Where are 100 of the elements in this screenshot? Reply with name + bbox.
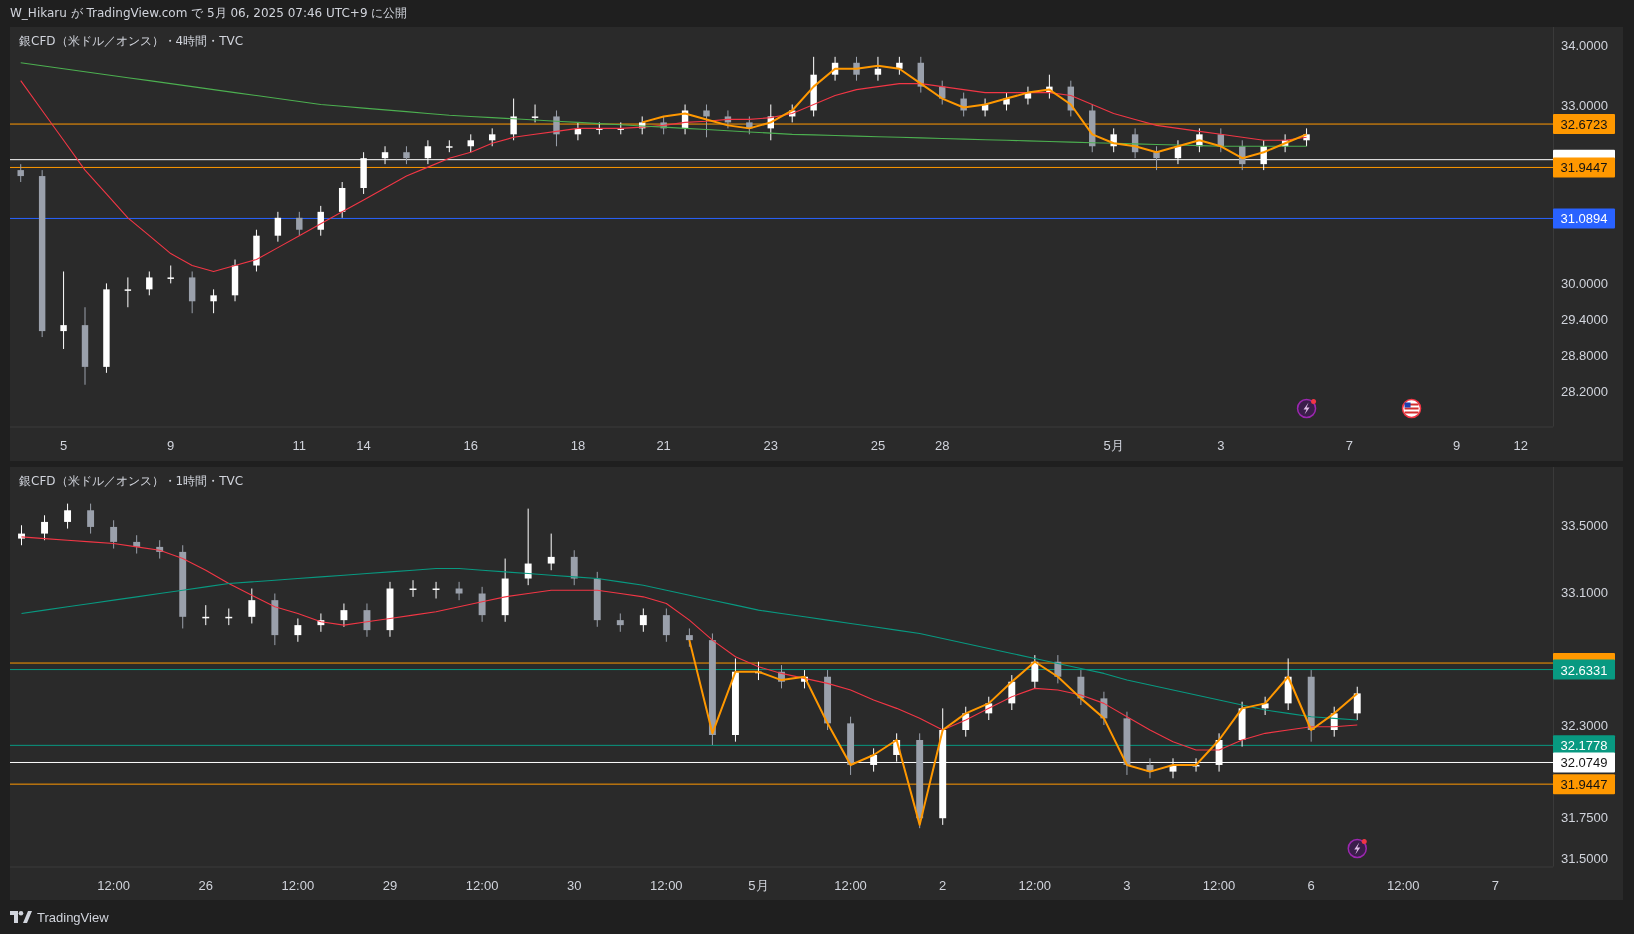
- candle: [271, 592, 279, 646]
- candle: [87, 502, 95, 534]
- candle: [960, 92, 967, 117]
- time-axis-label: 7: [1491, 877, 1500, 892]
- time-axis-label: 12:00: [650, 877, 683, 892]
- time-axis-label: 3: [1217, 437, 1225, 453]
- candle: [1153, 145, 1160, 171]
- candle: [253, 229, 260, 272]
- candle: [801, 669, 808, 689]
- price-label: 32.1778: [1553, 734, 1615, 755]
- candle: [409, 579, 417, 597]
- lightning-icon[interactable]: [1347, 838, 1367, 858]
- candle: [360, 151, 367, 195]
- ref-line-label: 32.1778: [1560, 737, 1608, 753]
- candle: [874, 56, 882, 82]
- ref-line-label: 32.6331: [1560, 662, 1608, 678]
- price-axis-label: 33.1000: [1561, 584, 1608, 600]
- ref-line-label: 31.0894: [1560, 211, 1608, 227]
- candle: [296, 211, 303, 237]
- candle: [432, 580, 440, 599]
- price-label: 32.6331: [1553, 659, 1615, 680]
- candle: [746, 115, 753, 135]
- candle: [1089, 104, 1096, 153]
- candle: [510, 98, 517, 141]
- candle: [202, 604, 210, 626]
- candle: [870, 747, 878, 772]
- time-axis-label: 14: [356, 437, 371, 453]
- candle: [210, 288, 217, 314]
- candle: [1146, 757, 1154, 779]
- candle: [847, 715, 855, 775]
- candle: [1024, 86, 1032, 105]
- candle: [156, 539, 164, 559]
- price-label: 32.6723: [1553, 114, 1615, 135]
- price-axis-label: 33.0000: [1561, 97, 1608, 113]
- candle: [424, 139, 432, 165]
- candle: [386, 580, 394, 637]
- candle: [639, 115, 646, 135]
- candle: [1261, 695, 1269, 715]
- time-axis-label: 12: [1513, 437, 1529, 453]
- candle: [1260, 139, 1267, 171]
- candle: [478, 585, 486, 622]
- time-axis-label: 2: [939, 877, 947, 892]
- candle: [616, 612, 624, 632]
- time-axis-label: 6: [1307, 877, 1315, 892]
- candle: [755, 660, 762, 681]
- candle: [64, 502, 72, 529]
- time-axis-label: 9: [167, 437, 175, 453]
- candle: [985, 695, 993, 720]
- price-axis-label: 34.0000: [1561, 37, 1608, 53]
- candle: [225, 607, 233, 626]
- candle: [1169, 757, 1177, 779]
- time-axis-label: 11: [292, 437, 307, 453]
- candle: [1330, 705, 1338, 737]
- candle: [1003, 92, 1010, 111]
- logo-icon[interactable]: [10, 911, 32, 923]
- time-axis-label: 29: [382, 877, 398, 892]
- candle: [617, 121, 624, 135]
- time-axis-label: 30: [567, 877, 582, 892]
- candle: [1031, 654, 1039, 689]
- candle: [593, 570, 601, 627]
- candle: [1131, 127, 1139, 159]
- candle: [1174, 139, 1182, 165]
- candle: [570, 549, 578, 586]
- time-axis-label: 12:00: [465, 877, 499, 892]
- candle: [896, 56, 903, 76]
- candle: [1008, 674, 1016, 711]
- candle: [1238, 700, 1246, 747]
- lightning-icon[interactable]: [1296, 398, 1317, 419]
- candle: [501, 557, 509, 622]
- candle: [317, 205, 324, 237]
- time-axis-label: 5: [59, 437, 68, 453]
- candle: [133, 534, 141, 554]
- candle: [810, 56, 817, 117]
- price-label: 31.0894: [1553, 208, 1615, 229]
- candle: [294, 617, 302, 642]
- candle: [340, 602, 348, 627]
- candle: [767, 104, 774, 141]
- time-axis-label: 9: [1452, 437, 1461, 453]
- publish-info: W_Hikaru が TradingView.com で 5月 06, 2025 07:46 UTC+9 に公開: [10, 5, 408, 22]
- price-label: 31.9447: [1553, 773, 1615, 794]
- candle: [639, 607, 647, 632]
- candle: [853, 56, 860, 82]
- candle: [317, 612, 325, 632]
- candle: [248, 587, 256, 624]
- candle: [110, 519, 118, 549]
- candle: [446, 139, 453, 153]
- time-axis-label: 28: [935, 437, 950, 453]
- candle: [724, 110, 732, 129]
- candle: [18, 524, 25, 546]
- price-label: 32.0749: [1553, 752, 1615, 772]
- candle: [1192, 757, 1200, 772]
- candle: [1281, 133, 1289, 153]
- candle: [939, 80, 946, 105]
- candle: [917, 56, 924, 94]
- candle: [338, 181, 346, 219]
- flag-icon[interactable]: [1401, 398, 1422, 419]
- time-axis-label: 16: [463, 437, 478, 453]
- time-axis-label: 25: [870, 437, 886, 453]
- candle: [789, 104, 796, 123]
- time-axis-label: 21: [656, 437, 671, 453]
